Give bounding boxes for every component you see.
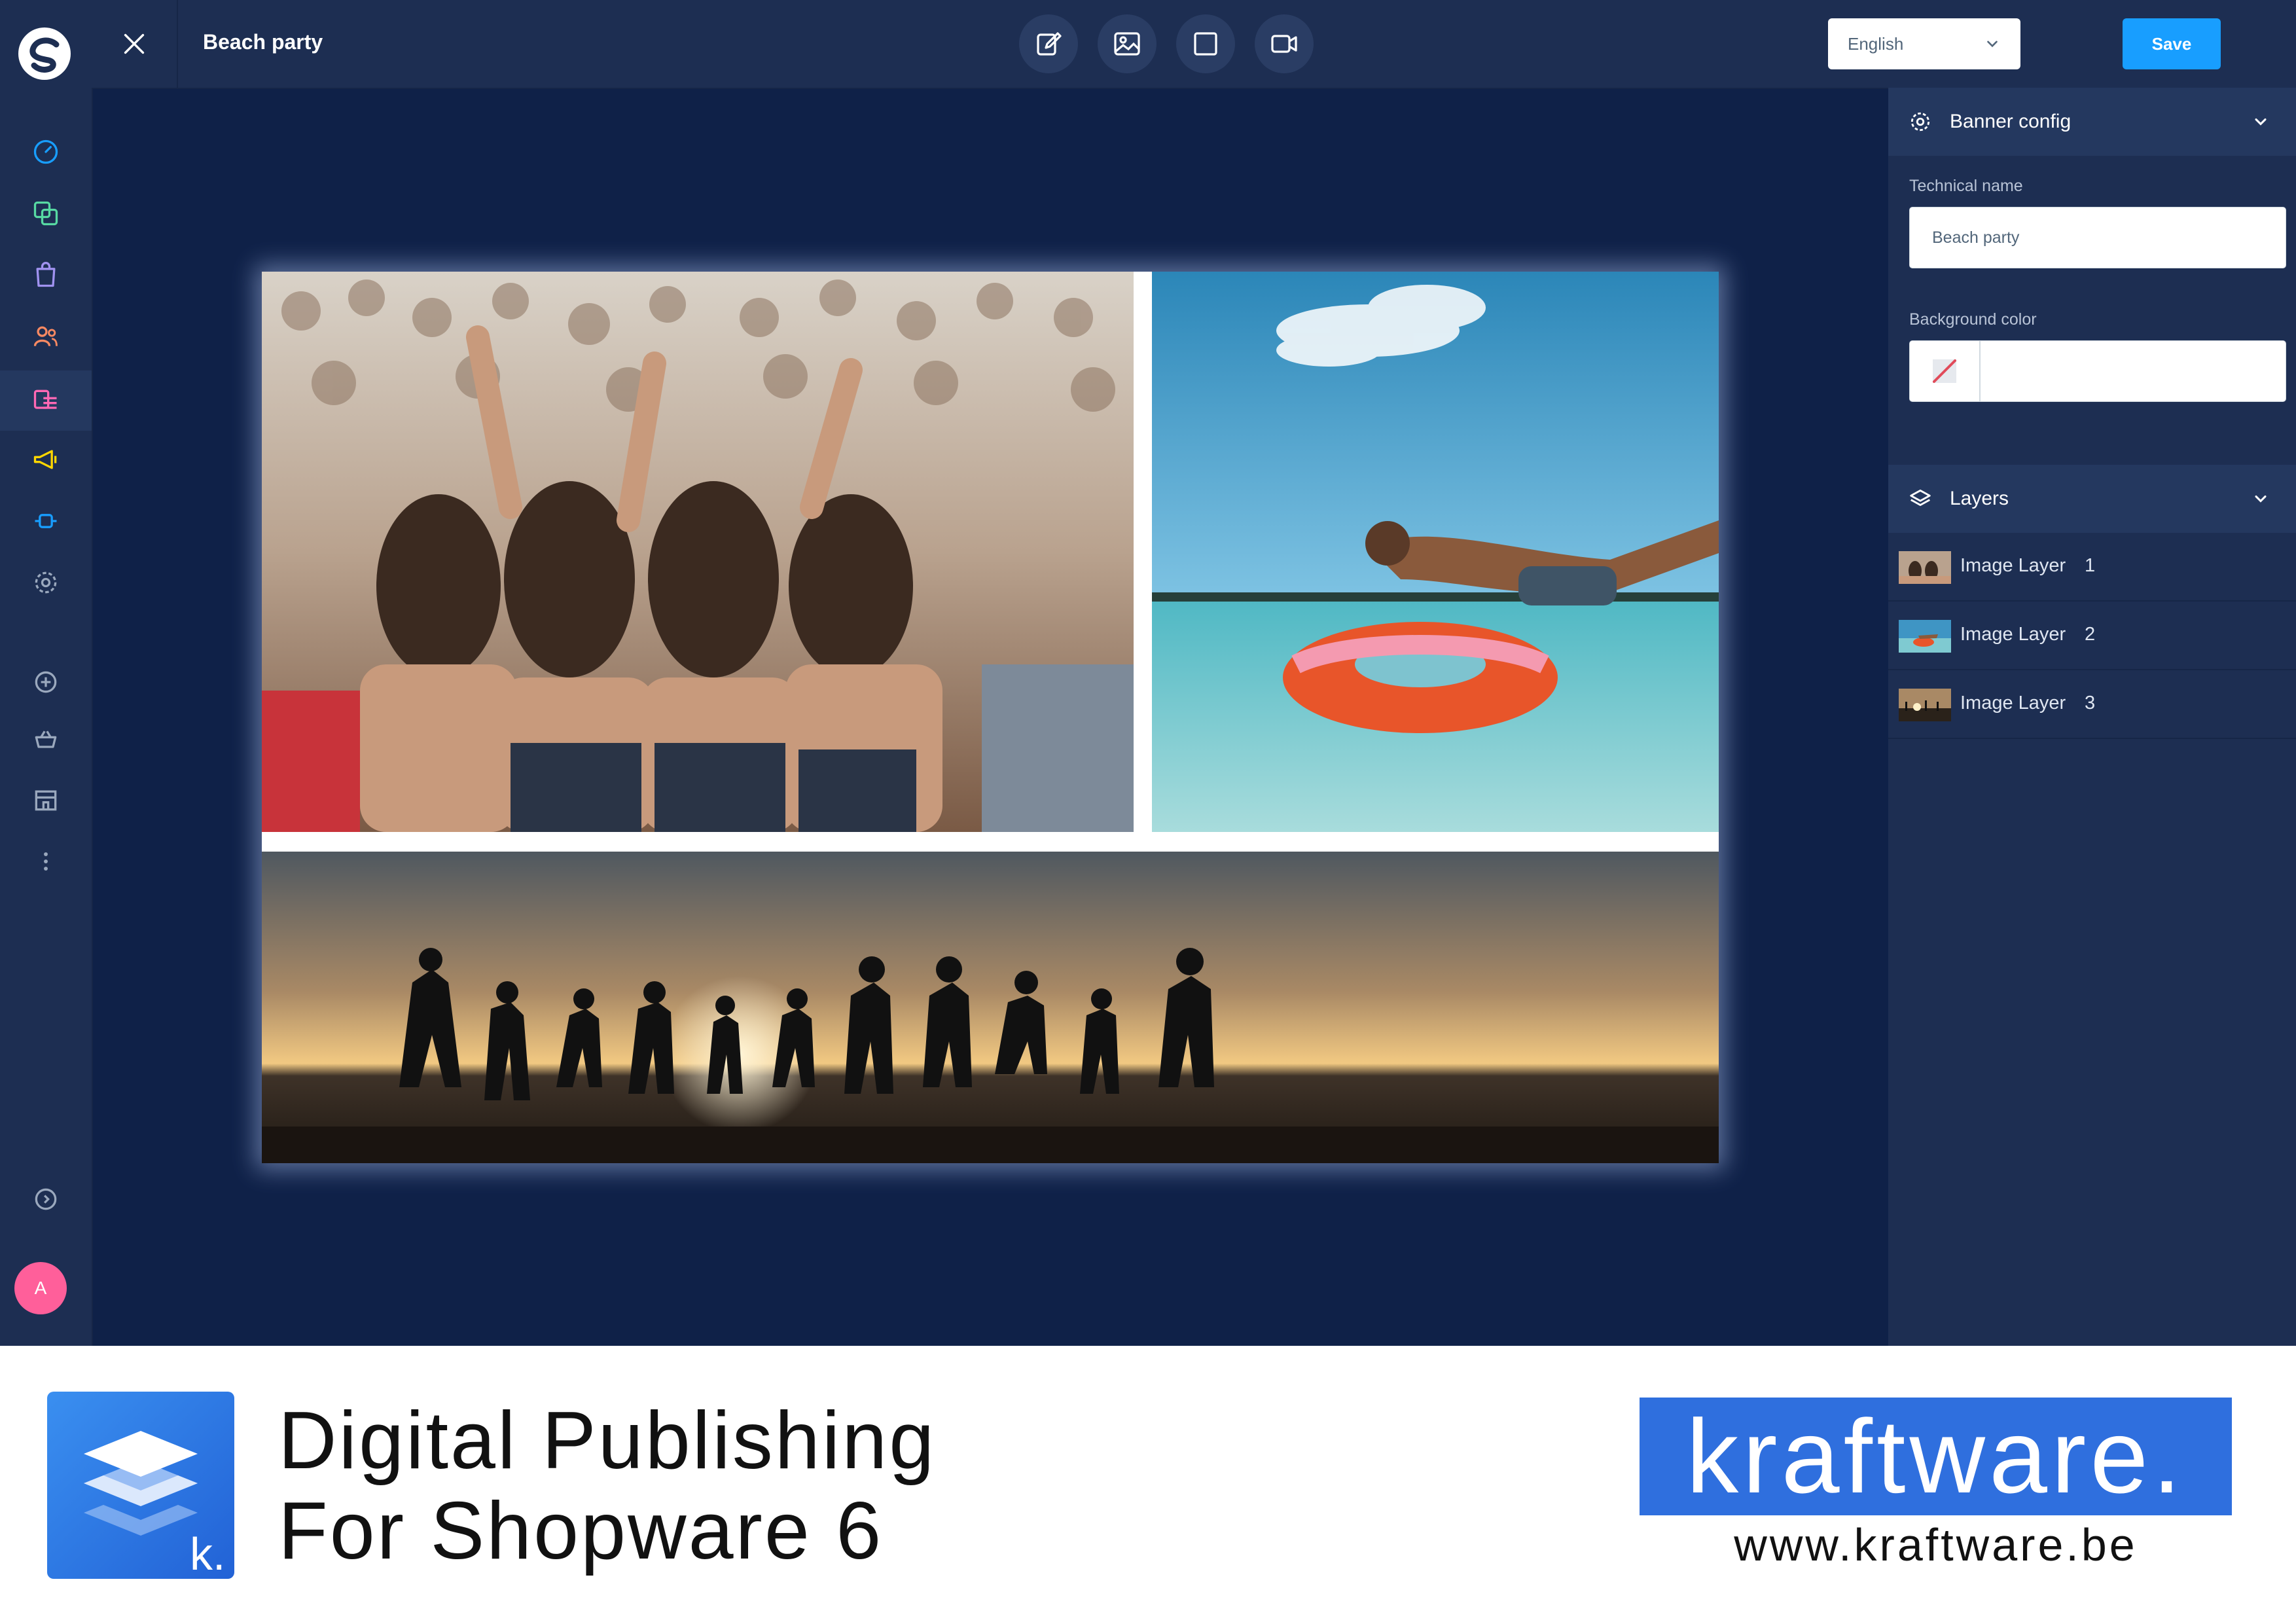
crowd-party-image: [262, 272, 1134, 832]
no-color-icon: [1933, 359, 1956, 383]
edit-icon: [1037, 32, 1062, 56]
background-color-picker[interactable]: [1909, 340, 2286, 402]
layers-logo-icon: k.: [47, 1392, 234, 1579]
sea-float-image: [1152, 272, 1719, 832]
dashboard-icon: [33, 139, 58, 164]
sidebar-expand-button[interactable]: [0, 1173, 92, 1225]
square-icon: [1194, 32, 1217, 56]
nav-dashboard[interactable]: [0, 126, 92, 178]
marketing-icon: [33, 450, 57, 469]
layer-thumbnail: [1899, 551, 1951, 584]
nav-marketing[interactable]: [0, 433, 92, 486]
image-icon: [1114, 32, 1140, 56]
nav-settings[interactable]: [0, 556, 92, 609]
brand-banner: kraftware.: [1640, 1398, 2232, 1515]
content-icon: [33, 389, 57, 409]
chevron-right-circle-icon: [35, 1188, 57, 1210]
orders-icon: [36, 262, 56, 287]
layer-number: 2: [2085, 624, 2096, 645]
language-select[interactable]: English: [1828, 18, 2020, 69]
background-color-label: Background color: [1909, 310, 2037, 329]
layer-number: 1: [2085, 555, 2096, 576]
more-icon: [44, 852, 48, 871]
layer-item[interactable]: Image Layer 3: [1888, 670, 2296, 739]
chevron-down-icon: [1987, 41, 1998, 48]
promo-title-line-1: Digital Publishing: [278, 1396, 937, 1486]
editor-app: A Beach party English Save Banner config…: [0, 0, 2296, 1346]
user-avatar[interactable]: A: [14, 1262, 67, 1314]
chevron-down-icon: [2255, 495, 2267, 503]
nav-catalogue[interactable]: [0, 187, 92, 240]
image-layer-3[interactable]: [262, 852, 1719, 1163]
image-layer-2[interactable]: [1152, 272, 1719, 832]
image-tool-button[interactable]: [1098, 14, 1157, 73]
nav-content[interactable]: [0, 370, 92, 431]
extensions-icon: [35, 514, 57, 528]
sunset-jump-image: [262, 852, 1719, 1163]
save-button[interactable]: Save: [2123, 18, 2221, 69]
nav-more[interactable]: [0, 835, 92, 888]
technical-name-label: Technical name: [1909, 177, 2023, 195]
avatar-initial: A: [34, 1278, 47, 1298]
layer-item[interactable]: Image Layer 2: [1888, 602, 2296, 670]
promo-title-line-2: For Shopware 6: [278, 1486, 884, 1576]
basket-icon: [35, 731, 57, 748]
layer-item[interactable]: Image Layer 1: [1888, 533, 2296, 602]
store-icon: [35, 790, 57, 811]
video-tool-button[interactable]: [1255, 14, 1314, 73]
image-layer-1[interactable]: [262, 272, 1134, 832]
gear-icon: [1910, 112, 1930, 132]
brand-name: kraftware.: [1686, 1398, 2185, 1515]
banner-config-header[interactable]: Banner config: [1888, 88, 2296, 156]
nav-extensions[interactable]: [0, 495, 92, 547]
nav-add[interactable]: [0, 656, 92, 708]
plugin-logo: k.: [47, 1392, 234, 1579]
sea-thumbnail-image: [1899, 620, 1951, 653]
nav-store[interactable]: [0, 774, 92, 826]
catalogue-icon: [33, 201, 58, 226]
banner-canvas[interactable]: [262, 272, 1719, 1163]
logo-letter: k.: [190, 1528, 225, 1579]
technical-name-input[interactable]: Beach party: [1909, 207, 2286, 268]
technical-name-value: Beach party: [1932, 228, 2020, 247]
main-sidebar: A: [0, 0, 93, 1346]
close-icon: [124, 33, 145, 54]
brand-url[interactable]: www.kraftware.be: [1640, 1519, 2232, 1571]
chevron-down-icon: [2255, 118, 2267, 126]
layers-icon: [1910, 489, 1931, 506]
layer-thumbnail: [1899, 620, 1951, 653]
settings-panel: Banner config Technical name Beach party…: [1888, 88, 2296, 1346]
shopware-logo-icon: [18, 27, 71, 80]
banner-config-title: Banner config: [1950, 111, 2072, 132]
language-select-value: English: [1848, 33, 1904, 54]
sunset-thumbnail-image: [1899, 689, 1951, 721]
shape-tool-button[interactable]: [1176, 14, 1235, 73]
video-icon: [1271, 35, 1297, 53]
customers-icon: [33, 326, 58, 347]
color-swatch[interactable]: [1910, 341, 1981, 401]
close-button[interactable]: [92, 0, 178, 88]
nav-orders[interactable]: [0, 249, 92, 301]
shopware-logo[interactable]: [16, 25, 73, 82]
settings-icon: [35, 571, 57, 594]
add-icon: [35, 671, 57, 693]
nav-basket[interactable]: [0, 713, 92, 766]
layer-label: Image Layer: [1960, 693, 2066, 713]
crowd-thumbnail-image: [1899, 551, 1951, 584]
edit-tool-button[interactable]: [1019, 14, 1078, 73]
layer-number: 3: [2085, 693, 2096, 713]
layer-thumbnail: [1899, 689, 1951, 721]
layer-label: Image Layer: [1960, 624, 2066, 645]
layers-header[interactable]: Layers: [1888, 465, 2296, 533]
layer-label: Image Layer: [1960, 555, 2066, 576]
page-title: Beach party: [203, 30, 323, 54]
layers-title: Layers: [1950, 488, 2009, 509]
nav-customers[interactable]: [0, 310, 92, 363]
